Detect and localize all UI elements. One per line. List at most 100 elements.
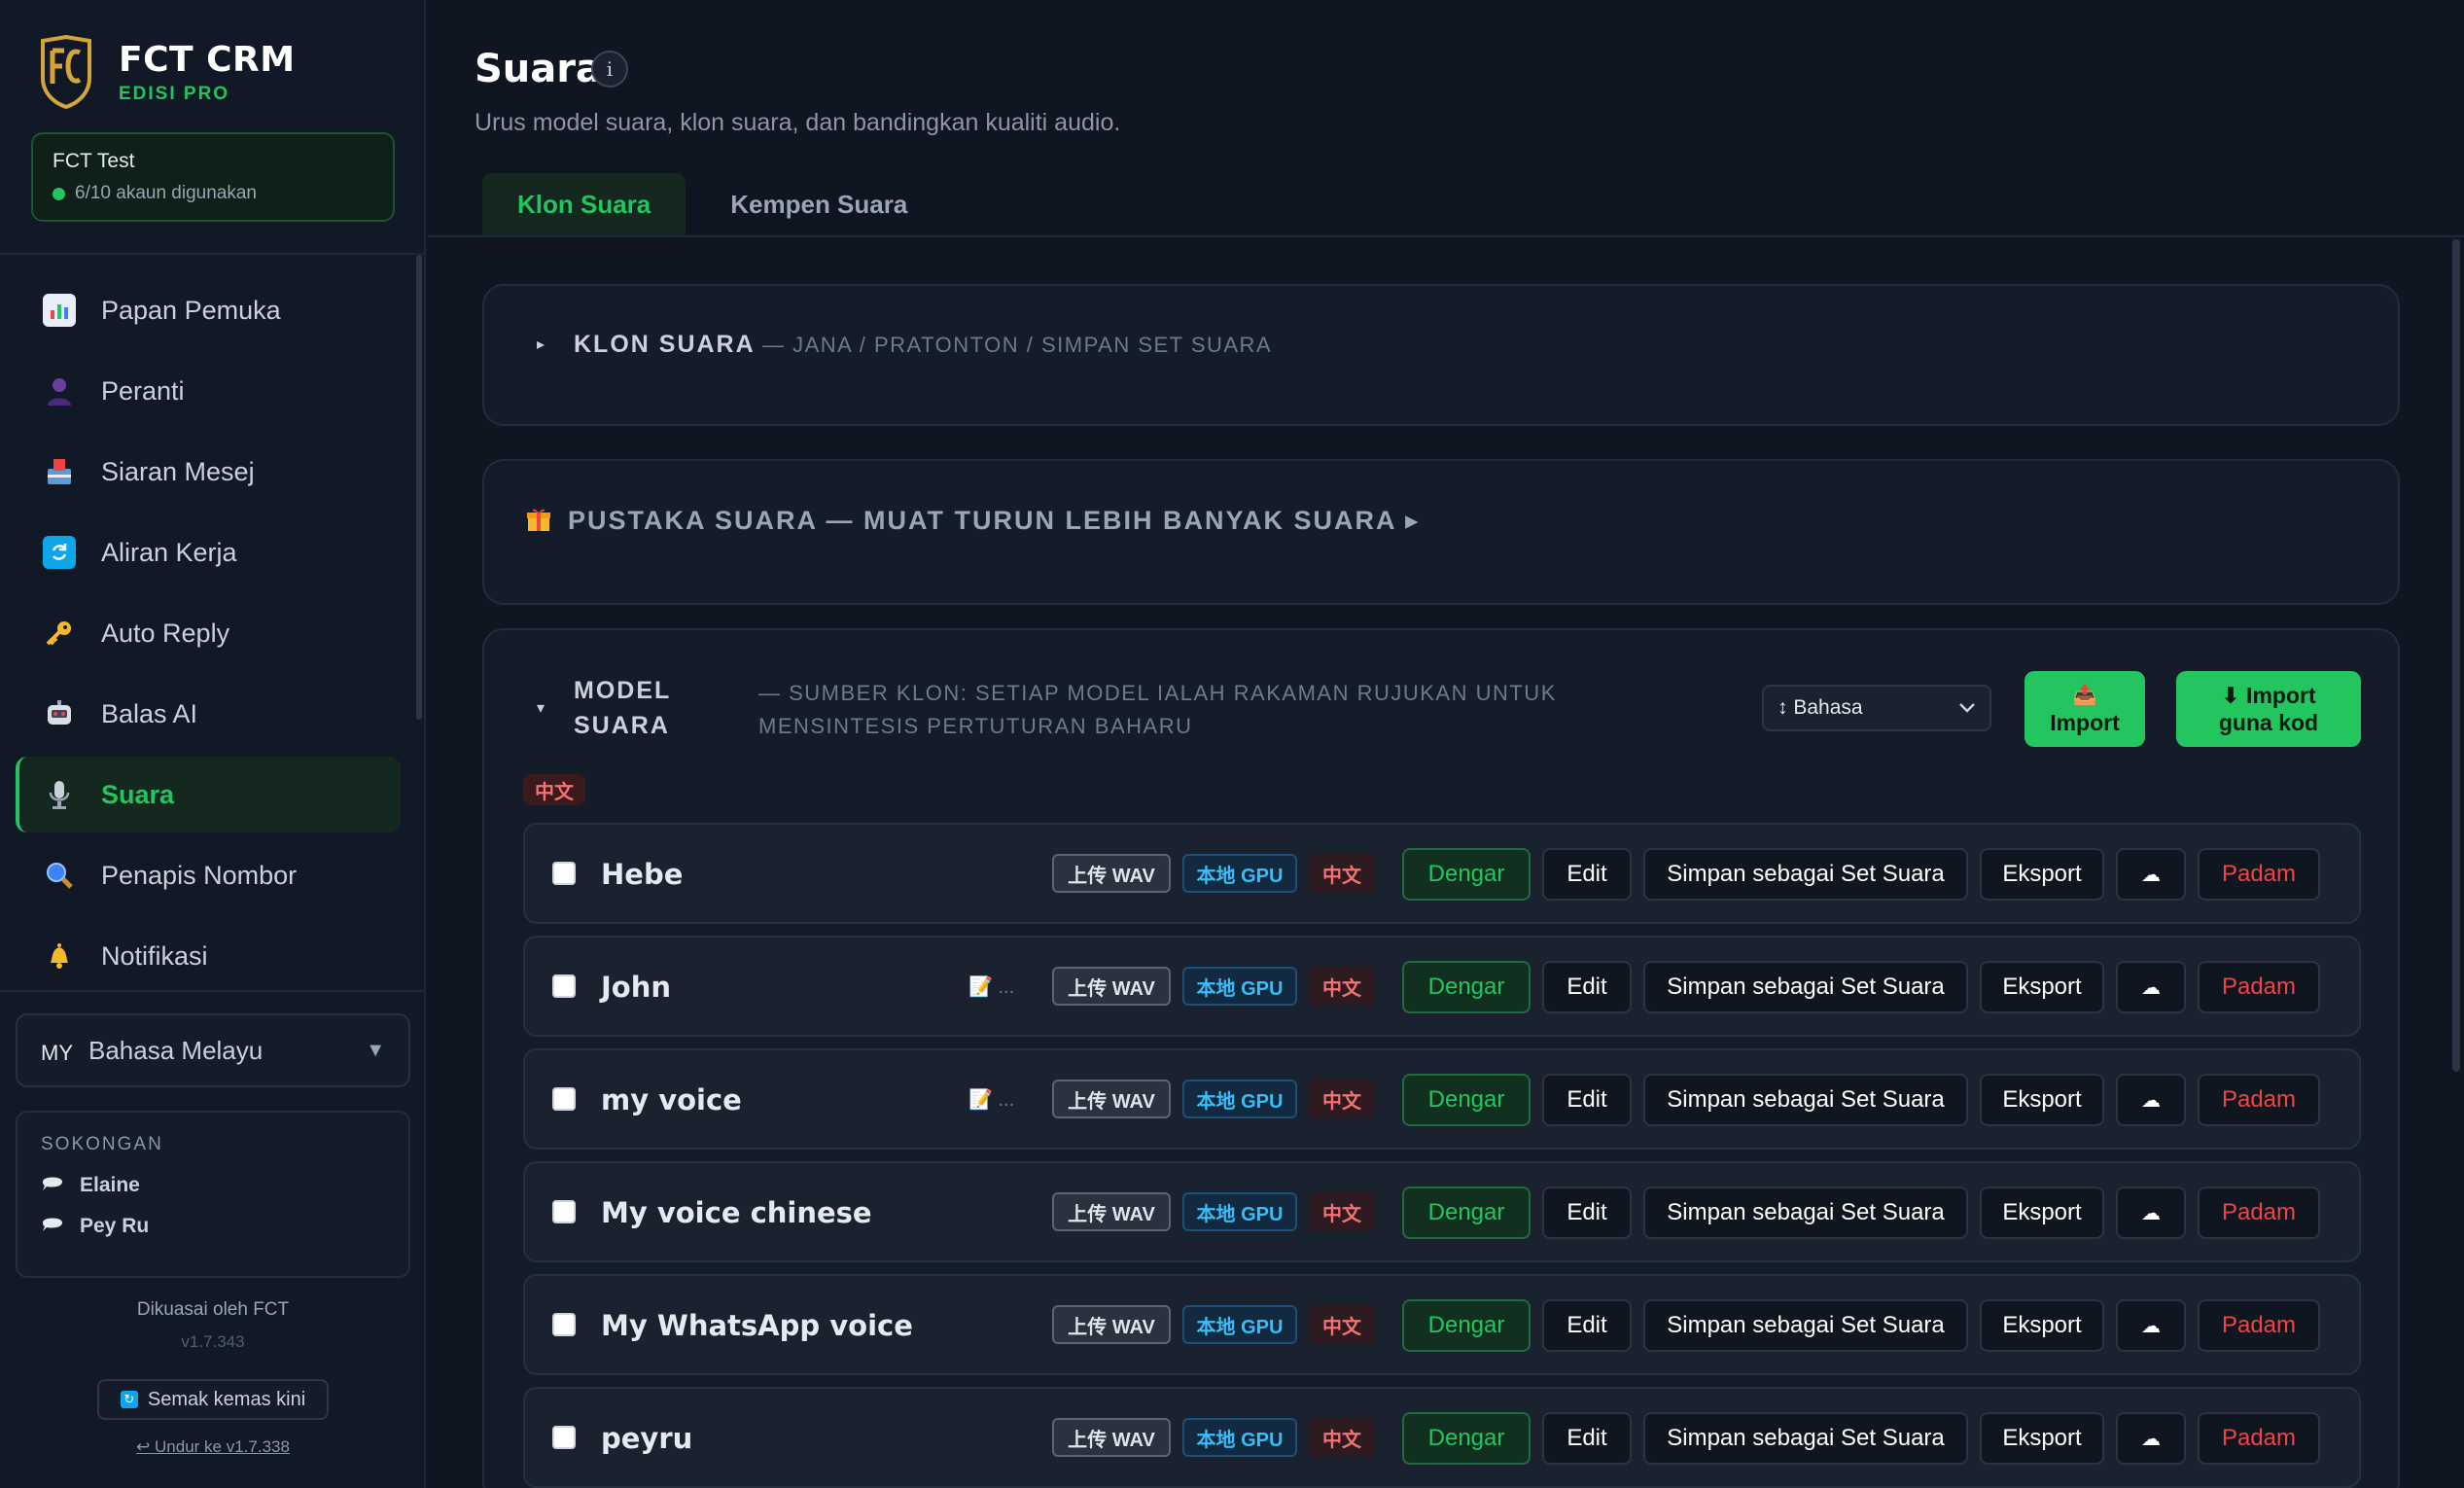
row-checkbox[interactable] [552,862,576,885]
row-checkbox[interactable] [552,1313,576,1336]
edit-button[interactable]: Edit [1542,1187,1632,1239]
export-button[interactable]: Eksport [1980,1299,2104,1352]
main-scrollbar[interactable] [2452,239,2460,1072]
listen-button[interactable]: Dengar [1402,961,1531,1013]
delete-button[interactable]: Padam [2198,1412,2320,1465]
upload-wav-tag: 上传 WAV [1052,1418,1171,1457]
export-button[interactable]: Eksport [1980,961,2104,1013]
save-as-voice-set-button[interactable]: Simpan sebagai Set Suara [1643,1074,1968,1126]
brand[interactable]: FCT CRM EDISI PRO [39,35,296,109]
support-title: SOKONGAN [41,1134,163,1154]
voice-name: peyru [601,1422,693,1455]
export-button[interactable]: Eksport [1980,1412,2104,1465]
voice-row: Hebe 上传 WAV 本地 GPU 中文 Dengar Edit Simpan… [523,823,2361,924]
row-checkbox[interactable] [552,974,576,998]
language-label: Bahasa Melayu [88,1035,264,1065]
language-tag: 中文 [1309,1192,1375,1231]
cloud-upload-button[interactable]: ☁ [2116,1074,2186,1126]
app-version: v1.7.343 [181,1332,245,1351]
sidebar-item-auto-reply[interactable]: Auto Reply [16,595,401,671]
upload-icon: 📤 [2072,685,2097,706]
upload-wav-tag: 上传 WAV [1052,1080,1171,1118]
rollback-link[interactable]: ↩ Undur ke v1.7.338 [0,1437,426,1457]
sidebar-item-label: Aliran Kerja [101,537,237,567]
save-as-voice-set-button[interactable]: Simpan sebagai Set Suara [1643,1187,1968,1239]
support-contact-name: Elaine [80,1174,140,1196]
listen-button[interactable]: Dengar [1402,1074,1531,1126]
account-card[interactable]: FCT Test 6/10 akaun digunakan [31,132,395,222]
clone-voice-panel[interactable]: ▸ KLON SUARA — JANA / PRATONTON / SIMPAN… [482,284,2400,426]
save-as-voice-set-button[interactable]: Simpan sebagai Set Suara [1643,848,1968,901]
caret-down-icon[interactable]: ▾ [537,698,545,718]
bell-icon [43,939,76,973]
listen-button[interactable]: Dengar [1402,1187,1531,1239]
upload-wav-tag: 上传 WAV [1052,854,1171,893]
support-contact-elaine[interactable]: Elaine [41,1173,385,1198]
save-as-voice-set-button[interactable]: Simpan sebagai Set Suara [1643,1299,1968,1352]
local-gpu-tag: 本地 GPU [1182,854,1297,893]
support-contact-pey-ru[interactable]: Pey Ru [41,1214,385,1239]
edit-button[interactable]: Edit [1542,1412,1632,1465]
sidebar-item-suara[interactable]: Suara [16,757,401,833]
sidebar-item-aliran-kerja[interactable]: Aliran Kerja [16,514,401,590]
cloud-upload-button[interactable]: ☁ [2116,1187,2186,1239]
save-as-voice-set-button[interactable]: Simpan sebagai Set Suara [1643,961,1968,1013]
local-gpu-tag: 本地 GPU [1182,1080,1297,1118]
delete-button[interactable]: Padam [2198,961,2320,1013]
language-group-badge: 中文 [523,774,585,805]
import-by-code-button[interactable]: ⬇ Import guna kod [2176,671,2361,747]
export-button[interactable]: Eksport [1980,848,2104,901]
delete-button[interactable]: Padam [2198,1074,2320,1126]
sidebar-item-balas-ai[interactable]: Balas AI [16,676,401,752]
tabs-divider [428,235,2464,237]
person-icon [43,374,76,407]
caret-right-icon: ▸ [537,337,546,353]
edit-button[interactable]: Edit [1542,1074,1632,1126]
row-checkbox[interactable] [552,1426,576,1449]
delete-button[interactable]: Padam [2198,848,2320,901]
cloud-upload-button[interactable]: ☁ [2116,1299,2186,1352]
edit-button[interactable]: Edit [1542,961,1632,1013]
voice-library-panel[interactable]: PUSTAKA SUARA — MUAT TURUN LEBIH BANYAK … [482,459,2400,605]
voice-name: John [601,971,672,1004]
caret-down-icon: ▼ [366,1039,385,1061]
brand-subtitle: EDISI PRO [119,83,230,104]
info-icon[interactable]: i [591,51,628,88]
tab-kempen-suara[interactable]: Kempen Suara [695,173,942,235]
export-button[interactable]: Eksport [1980,1187,2104,1239]
edit-button[interactable]: Edit [1542,848,1632,901]
language-tag: 中文 [1309,967,1375,1006]
save-as-voice-set-button[interactable]: Simpan sebagai Set Suara [1643,1412,1968,1465]
sidebar-item-notifikasi[interactable]: Notifikasi [16,918,401,994]
tab-klon-suara[interactable]: Klon Suara [482,173,686,235]
delete-button[interactable]: Padam [2198,1299,2320,1352]
sidebar-scrollbar[interactable] [416,255,422,720]
delete-button[interactable]: Padam [2198,1187,2320,1239]
sort-select[interactable]: ↕ Bahasa [1762,685,1991,731]
local-gpu-tag: 本地 GPU [1182,1305,1297,1344]
sidebar-item-penapis-nombor[interactable]: Penapis Nombor [16,837,401,913]
listen-button[interactable]: Dengar [1402,1412,1531,1465]
listen-button[interactable]: Dengar [1402,848,1531,901]
row-checkbox[interactable] [552,1200,576,1223]
import-button[interactable]: 📤 Import [2024,671,2145,747]
main-content: Suara i Urus model suara, klon suara, da… [428,0,2464,1488]
cloud-upload-button[interactable]: ☁ [2116,1412,2186,1465]
powered-by: Dikuasai oleh FCT [136,1299,290,1320]
fc-shield-logo-icon [41,35,91,109]
sidebar-item-siaran-mesej[interactable]: Siaran Mesej [16,434,401,510]
language-select[interactable]: MY Bahasa Melayu ▼ [16,1013,410,1087]
cloud-upload-button[interactable]: ☁ [2116,848,2186,901]
sidebar-item-peranti[interactable]: Peranti [16,353,401,429]
voice-row: peyru 上传 WAV 本地 GPU 中文 Dengar Edit Simpa… [523,1387,2361,1488]
cloud-upload-button[interactable]: ☁ [2116,961,2186,1013]
language-tag: 中文 [1309,854,1375,893]
check-update-button[interactable]: ↻ Semak kemas kini [97,1379,329,1420]
row-checkbox[interactable] [552,1087,576,1111]
edit-button[interactable]: Edit [1542,1299,1632,1352]
sidebar-divider [0,253,426,255]
listen-button[interactable]: Dengar [1402,1299,1531,1352]
sidebar-item-papan-pemuka[interactable]: Papan Pemuka [16,272,401,348]
upload-wav-tag: 上传 WAV [1052,1192,1171,1231]
export-button[interactable]: Eksport [1980,1074,2104,1126]
